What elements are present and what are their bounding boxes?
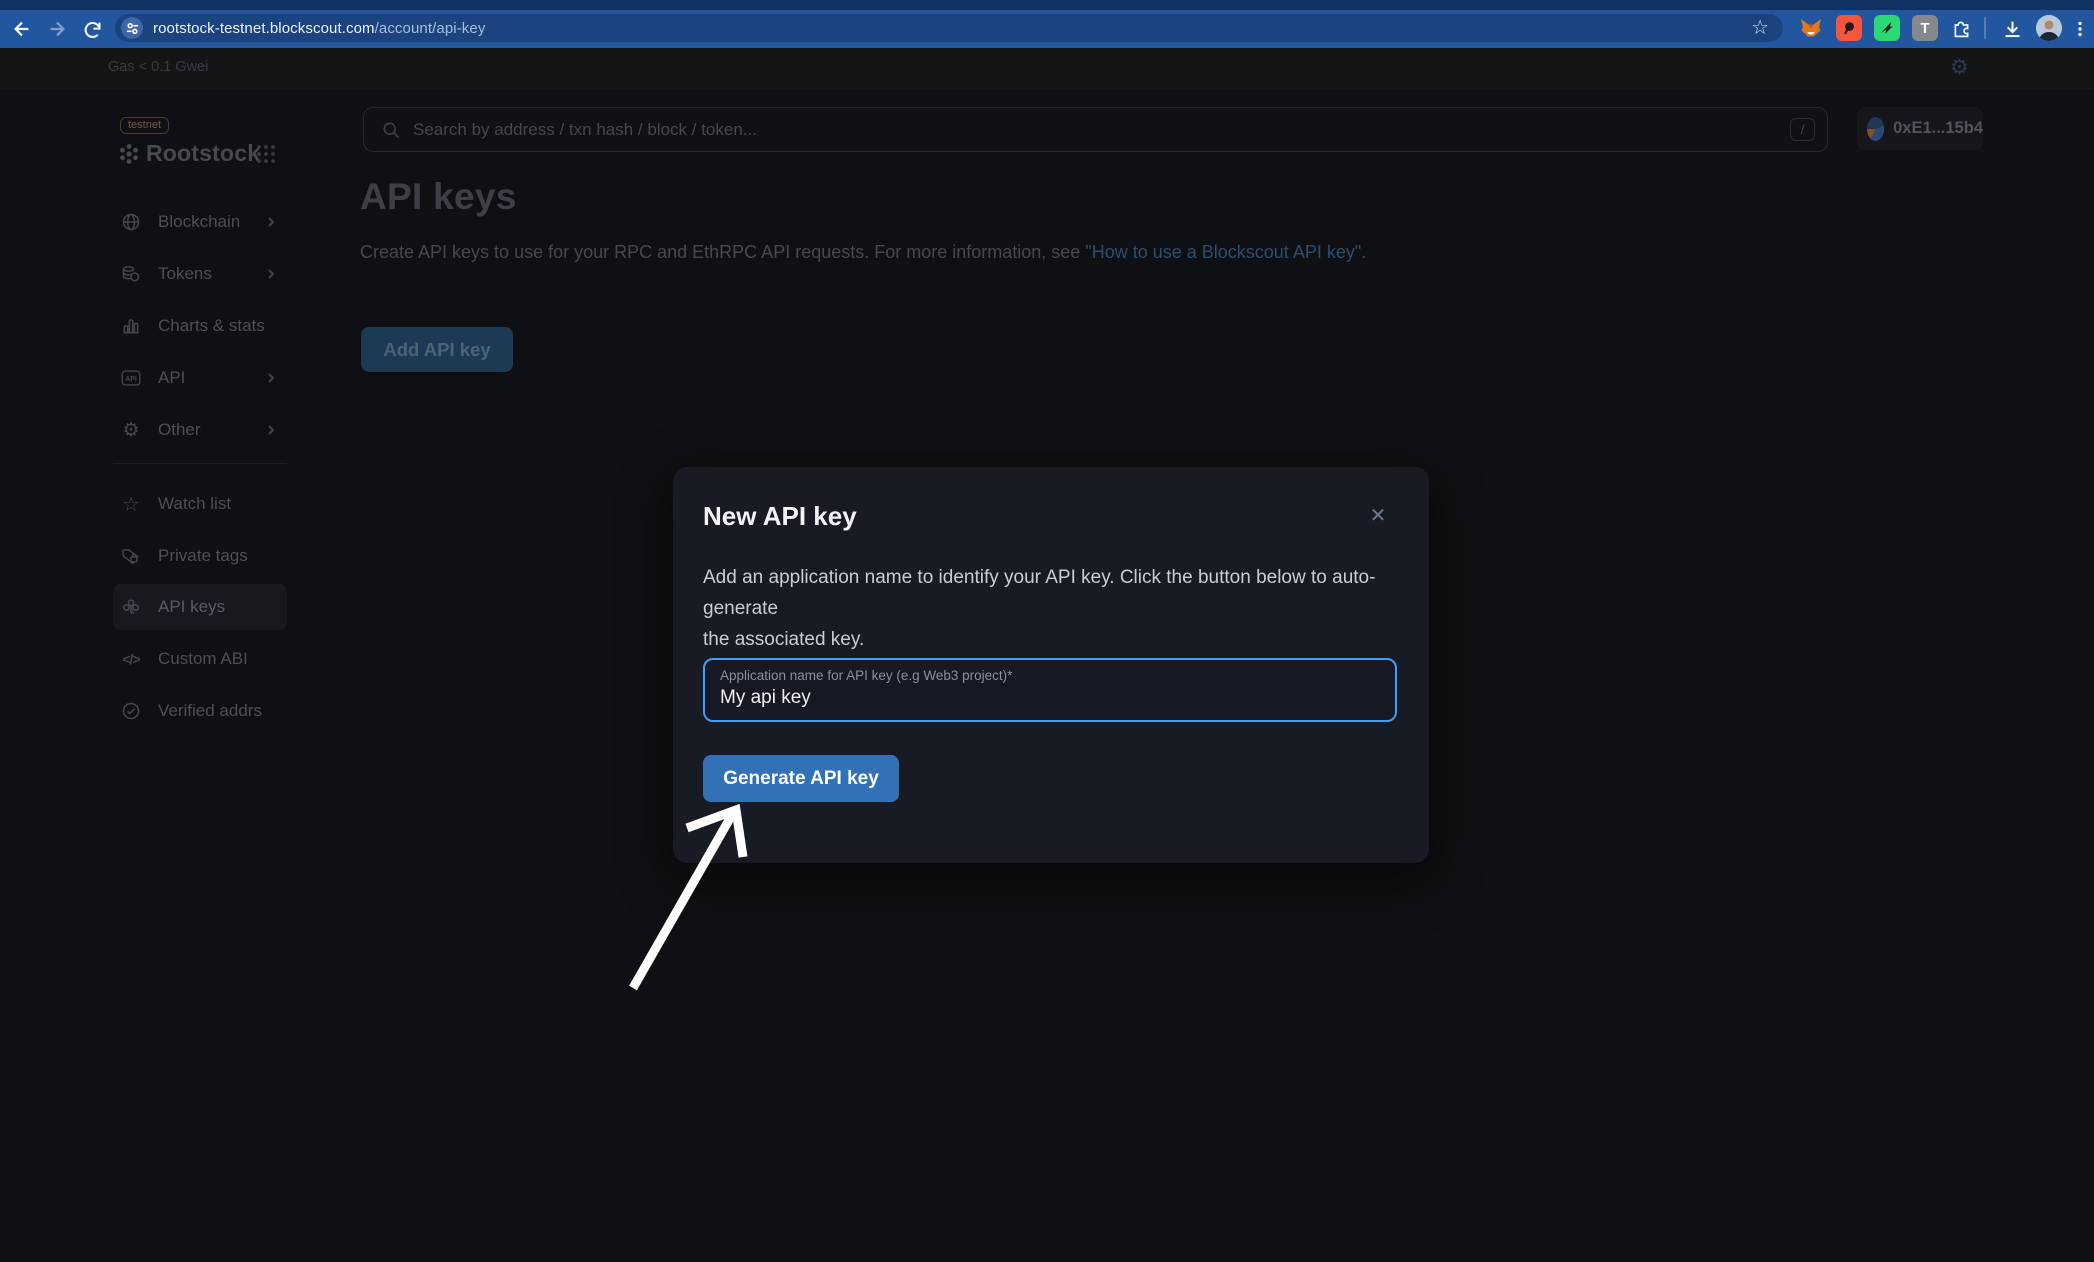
sidebar-item-other[interactable]: ⚙ Other <box>113 412 287 448</box>
green-extension-icon[interactable] <box>1874 15 1900 41</box>
sidebar-item-label: Charts & stats <box>158 316 265 336</box>
bookmark-star-icon[interactable]: ☆ <box>1751 17 1769 39</box>
sidebar-item-custom-abi[interactable]: </> Custom ABI <box>113 641 287 677</box>
sidebar-item-tokens[interactable]: Tokens <box>113 256 287 292</box>
brand-logo[interactable]: Rootstock <box>117 140 260 167</box>
modal-body-line1: Add an application name to identify your… <box>703 562 1383 624</box>
account-identicon <box>1867 117 1884 141</box>
brand-name: Rootstock <box>146 140 260 167</box>
sidebar-item-label: Watch list <box>158 494 231 514</box>
sidebar-item-label: Other <box>158 420 201 440</box>
sidebar-item-private-tags[interactable]: Private tags <box>113 538 287 574</box>
back-arrow-icon <box>11 18 33 40</box>
modal-title: New API key <box>703 501 857 532</box>
settings-gear-icon[interactable]: ⚙ <box>1950 57 1969 78</box>
gear-icon: ⚙ <box>121 420 141 440</box>
chevron-right-icon <box>265 372 277 384</box>
chevron-right-icon <box>265 268 277 280</box>
url-bar[interactable]: rootstock-testnet.blockscout.com/account… <box>115 14 1783 42</box>
browser-chrome: rootstock-testnet.blockscout.com/account… <box>0 0 2094 48</box>
api-box-icon: API <box>121 368 141 388</box>
keyboard-shortcut-hint: / <box>1790 118 1815 141</box>
browser-profile-avatar[interactable] <box>2036 15 2062 41</box>
toolbar-separator <box>1984 17 1986 39</box>
bar-chart-icon <box>121 316 141 336</box>
browser-reload-button[interactable] <box>74 10 110 48</box>
modal-close-button[interactable]: ✕ <box>1363 501 1393 531</box>
kebab-menu-icon <box>2071 20 2089 38</box>
apps-grid-icon[interactable] <box>256 144 276 169</box>
svg-text:API: API <box>125 376 137 383</box>
browser-forward-button[interactable] <box>39 10 75 48</box>
modal-body-line2: the associated key. <box>703 624 1383 655</box>
browser-tab-strip <box>0 0 2094 10</box>
sidebar-item-label: API <box>158 368 185 388</box>
sidebar-item-charts-stats[interactable]: Charts & stats <box>113 308 287 344</box>
downloads-button[interactable] <box>1994 10 2030 48</box>
generate-api-key-button[interactable]: Generate API key <box>703 755 899 802</box>
application-name-input[interactable] <box>720 687 1370 709</box>
t-extension-letter: T <box>1920 20 1929 37</box>
page-top-bar <box>0 48 2094 90</box>
reload-icon <box>82 19 103 40</box>
site-settings-icon[interactable] <box>121 17 143 39</box>
sidebar-item-label: Verified addrs <box>158 701 262 721</box>
page-description: Create API keys to use for your RPC and … <box>360 242 1366 263</box>
page-title: API keys <box>360 176 517 218</box>
search-icon <box>381 120 401 140</box>
code-icon: </> <box>121 649 141 669</box>
chevron-right-icon <box>265 216 277 228</box>
download-icon <box>2002 19 2023 40</box>
metamask-extension-icon[interactable] <box>1798 15 1824 41</box>
chevron-right-icon <box>265 424 277 436</box>
page-description-suffix: . <box>1361 242 1366 262</box>
url-text: rootstock-testnet.blockscout.com/account… <box>153 20 485 37</box>
sidebar-item-label: API keys <box>158 597 225 617</box>
sidebar-item-label: Custom ABI <box>158 649 248 669</box>
screenshot-root: rootstock-testnet.blockscout.com/account… <box>0 0 2094 1262</box>
gas-tracker[interactable]: Gas < 0.1 Gwei <box>108 59 208 75</box>
search-input[interactable] <box>413 120 1827 140</box>
url-host: rootstock-testnet.blockscout.com <box>153 20 375 37</box>
browser-menu-button[interactable] <box>2062 10 2094 48</box>
sidebar-item-api[interactable]: API API <box>113 360 287 396</box>
check-circle-icon <box>121 701 141 721</box>
application-name-label: Application name for API key (e.g Web3 p… <box>720 668 1012 683</box>
sidebar-item-api-keys[interactable]: API keys <box>113 584 287 630</box>
new-api-key-modal: New API key ✕ Add an application name to… <box>673 467 1429 863</box>
sidebar-item-label: Blockchain <box>158 212 240 232</box>
application-name-field: Application name for API key (e.g Web3 p… <box>703 658 1397 722</box>
t-extension-icon[interactable]: T <box>1912 15 1938 41</box>
sidebar-item-label: Private tags <box>158 546 248 566</box>
rootstock-logo-icon <box>117 142 141 166</box>
network-badge: testnet <box>120 117 169 134</box>
url-path: /account/api-key <box>375 20 486 37</box>
api-key-docs-link[interactable]: "How to use a Blockscout API key" <box>1085 242 1361 262</box>
sidebar-item-label: Tokens <box>158 264 212 284</box>
browser-back-button[interactable] <box>4 10 40 48</box>
add-api-key-button[interactable]: Add API key <box>361 327 513 372</box>
page-description-text: Create API keys to use for your RPC and … <box>360 242 1085 262</box>
account-address: 0xE1...15b4 <box>1893 119 1983 138</box>
sidebar-divider <box>113 463 287 464</box>
globe-icon <box>121 212 141 232</box>
modal-body-text: Add an application name to identify your… <box>703 562 1383 655</box>
sidebar-item-watch-list[interactable]: ☆ Watch list <box>113 486 287 522</box>
page-content: Gas < 0.1 Gwei ⚙ testnet Rootstock Block… <box>0 48 2094 1262</box>
forward-arrow-icon <box>46 18 68 40</box>
red-extension-icon[interactable] <box>1836 15 1862 41</box>
coins-icon <box>121 264 141 284</box>
tag-lock-icon <box>121 546 141 566</box>
extensions-puzzle-icon[interactable] <box>1948 15 1974 41</box>
search-bar: / <box>363 107 1828 152</box>
close-icon: ✕ <box>1370 505 1387 527</box>
account-button[interactable]: 0xE1...15b4 <box>1857 107 1983 150</box>
star-icon: ☆ <box>121 494 141 514</box>
api-key-icon <box>121 597 141 617</box>
sidebar-item-blockchain[interactable]: Blockchain <box>113 204 287 240</box>
sidebar-item-verified-addrs[interactable]: Verified addrs <box>113 693 287 729</box>
